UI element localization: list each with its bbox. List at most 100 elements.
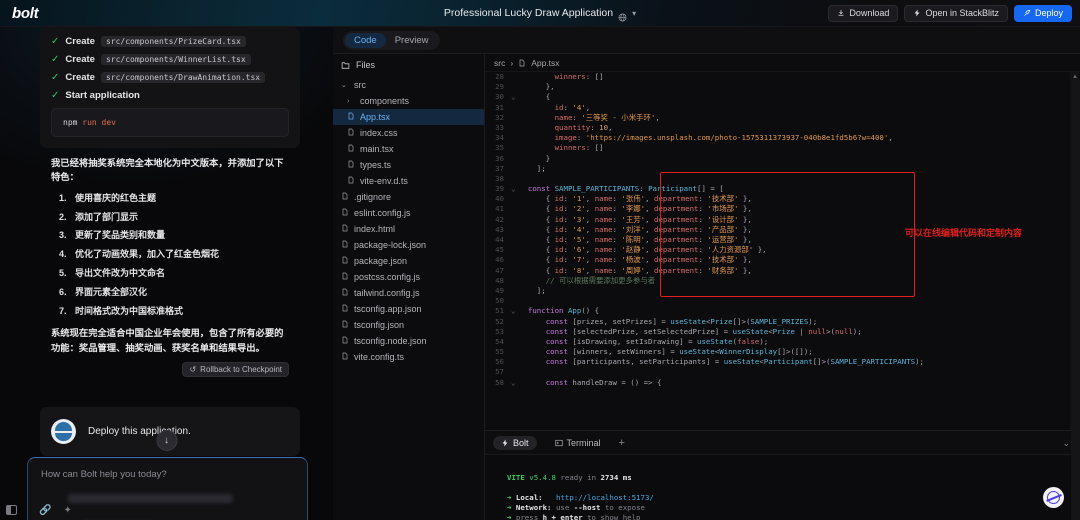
action-file-path[interactable]: src/components/DrawAnimation.tsx xyxy=(101,72,265,83)
code-line-text: { id: '7', name: '杨波', department: '技术部'… xyxy=(519,255,752,265)
tree-item-label: eslint.config.js xyxy=(354,208,411,218)
code-line-text: const handleDraw = () => { xyxy=(519,378,661,388)
tree-file-main.tsx[interactable]: main.tsx xyxy=(333,141,484,157)
code-line-text: { xyxy=(519,92,550,102)
file-icon xyxy=(341,224,349,234)
scroll-to-bottom-button[interactable]: ↓ xyxy=(156,430,177,451)
terminal-collapse-icon[interactable]: ⌄ xyxy=(1062,438,1070,449)
breadcrumb: src › App.tsx xyxy=(485,54,1080,72)
code-line: 39⌄ const SAMPLE_PARTICIPANTS: Participa… xyxy=(485,184,1080,194)
action-label: Create xyxy=(65,54,95,65)
breadcrumb-folder[interactable]: src xyxy=(494,58,505,68)
file-icon xyxy=(518,59,526,67)
code-line-text: // 可以根据需要添加更多参与者 xyxy=(519,276,655,286)
workbench-panel: Code Preview Files ⌄src›componentsApp.ts… xyxy=(333,27,1080,520)
ready-unit: ms xyxy=(623,473,632,482)
fold-spacer xyxy=(511,204,519,214)
deploy-button[interactable]: Deploy xyxy=(1014,5,1072,22)
chat-input-placeholder: How can Bolt help you today? xyxy=(41,469,167,480)
code-line: 35 winners: [] xyxy=(485,143,1080,153)
line-number: 33 xyxy=(485,123,511,133)
tree-folder-src[interactable]: ⌄src xyxy=(333,77,484,93)
code-line: 46 { id: '7', name: '杨波', department: '技… xyxy=(485,255,1080,265)
fold-spacer xyxy=(511,337,519,347)
tree-file-tsconfig.json[interactable]: tsconfig.json xyxy=(333,317,484,333)
line-number: 37 xyxy=(485,164,511,174)
help-text-a: press xyxy=(516,513,538,520)
file-icon xyxy=(341,304,349,314)
download-button[interactable]: Download xyxy=(828,5,898,22)
tree-file-.gitignore[interactable]: .gitignore xyxy=(333,189,484,205)
action-file-path[interactable]: src/components/PrizeCard.tsx xyxy=(101,36,246,47)
code-line-text: const [isDrawing, setIsDrawing] = useSta… xyxy=(519,337,768,347)
line-number: 54 xyxy=(485,337,511,347)
tree-file-types.ts[interactable]: types.ts xyxy=(333,157,484,173)
code-line-text: { id: '6', name: '赵静', department: '人力资源… xyxy=(519,245,767,255)
fold-spacer xyxy=(511,317,519,327)
breadcrumb-file[interactable]: App.tsx xyxy=(531,58,559,68)
tree-file-tsconfig.node.json[interactable]: tsconfig.node.json xyxy=(333,333,484,349)
tree-file-package.json[interactable]: package.json xyxy=(333,253,484,269)
fold-spacer xyxy=(511,276,519,286)
help-bubble-icon[interactable] xyxy=(1043,487,1064,508)
action-label: Create xyxy=(65,72,95,83)
tree-file-package-lock.json[interactable]: package-lock.json xyxy=(333,237,484,253)
open-in-stackblitz-button[interactable]: Open in StackBlitz xyxy=(904,5,1008,22)
terminal-tab-bolt[interactable]: Bolt xyxy=(493,436,537,450)
deploy-button-label: Deploy xyxy=(1035,8,1063,18)
tree-file-App.tsx[interactable]: App.tsx xyxy=(333,109,484,125)
terminal-line-local: ➜ Local: http://localhost:5173/ xyxy=(507,493,1080,503)
list-item: 导出文件改为中文命名 xyxy=(59,268,289,279)
tree-file-eslint.config.js[interactable]: eslint.config.js xyxy=(333,205,484,221)
fold-toggle-icon[interactable]: ⌄ xyxy=(511,184,519,194)
sparkle-icon[interactable]: ✦ xyxy=(63,505,71,516)
workbench-tab-bar: Code Preview xyxy=(333,27,1080,53)
fold-toggle-icon[interactable]: ⌄ xyxy=(511,378,519,388)
code-line: 30⌄ { xyxy=(485,92,1080,102)
network-label: Network: xyxy=(516,503,552,512)
chat-composer[interactable]: How can Bolt help you today? 🔗 ✦ xyxy=(27,457,308,520)
tree-file-index.css[interactable]: index.css xyxy=(333,125,484,141)
code-line-text: const [winners, setWinners] = useState<W… xyxy=(519,347,813,357)
rollback-to-checkpoint-button[interactable]: ↺ Rollback to Checkpoint xyxy=(182,362,289,377)
avatar xyxy=(51,419,76,444)
fold-toggle-icon[interactable]: ⌄ xyxy=(511,92,519,102)
tree-file-tsconfig.app.json[interactable]: tsconfig.app.json xyxy=(333,301,484,317)
code-line: 37 ]; xyxy=(485,164,1080,174)
file-explorer-header: Files xyxy=(333,54,484,76)
tab-preview[interactable]: Preview xyxy=(386,33,438,48)
tree-folder-components[interactable]: ›components xyxy=(333,93,484,109)
code-line: 28 winners: [] xyxy=(485,72,1080,82)
sidebar-toggle-icon[interactable] xyxy=(6,505,17,515)
line-number: 48 xyxy=(485,276,511,286)
plus-icon[interactable]: + xyxy=(619,437,625,449)
code-line-text: name: '三等奖 - 小米手环', xyxy=(519,113,660,123)
link-icon[interactable]: 🔗 xyxy=(39,505,51,516)
chevron-down-icon[interactable]: ▾ xyxy=(632,9,636,18)
ready-text: ready in xyxy=(560,473,596,482)
terminal-output[interactable]: VITE v5.4.8 ready in 2734 ms ➜ Local: ht… xyxy=(485,454,1080,520)
tree-file-postcss.config.js[interactable]: postcss.config.js xyxy=(333,269,484,285)
terminal-tab-terminal[interactable]: Terminal xyxy=(547,436,609,450)
bolt-logo[interactable]: bolt xyxy=(12,5,38,22)
code-content[interactable]: 28 winners: []29 },30⌄ {31 id: '4',32 na… xyxy=(485,72,1080,430)
tree-file-index.html[interactable]: index.html xyxy=(333,221,484,237)
action-file-path[interactable]: src/components/WinnerList.tsx xyxy=(101,54,251,65)
local-url[interactable]: http://localhost:5173/ xyxy=(556,493,654,502)
fold-spacer xyxy=(511,215,519,225)
tree-file-vite-env.d.ts[interactable]: vite-env.d.ts xyxy=(333,173,484,189)
tree-item-label: main.tsx xyxy=(360,144,394,154)
fold-spacer xyxy=(511,164,519,174)
code-line-text: { id: '3', name: '王芳', department: '设计部'… xyxy=(519,215,752,225)
line-number: 53 xyxy=(485,327,511,337)
top-bar-actions: Download Open in StackBlitz Deploy xyxy=(828,5,1072,22)
composer-blurred-content xyxy=(68,494,233,503)
tree-file-vite.config.ts[interactable]: vite.config.ts xyxy=(333,349,484,365)
tab-code[interactable]: Code xyxy=(345,33,386,48)
annotation-text: 可以在线编辑代码和定制内容 xyxy=(905,229,1022,239)
code-line: 42 { id: '3', name: '王芳', department: '设… xyxy=(485,215,1080,225)
tree-file-tailwind.config.js[interactable]: tailwind.config.js xyxy=(333,285,484,301)
globe-icon[interactable] xyxy=(618,9,627,18)
code-line-text: { id: '1', name: '张伟', department: '技术部'… xyxy=(519,194,752,204)
fold-toggle-icon[interactable]: ⌄ xyxy=(511,306,519,316)
